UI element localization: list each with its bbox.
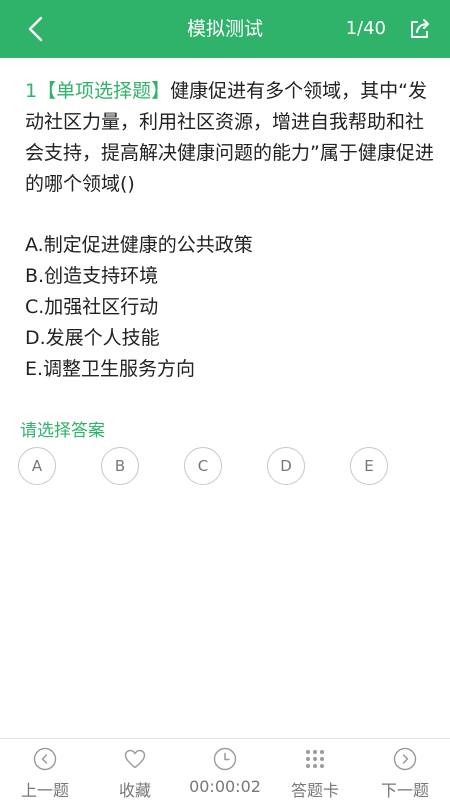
timer-value: 00:00:02: [189, 777, 261, 796]
favorite-label: 收藏: [118, 781, 151, 800]
answer-choice-a[interactable]: A: [18, 447, 56, 485]
timer: 00:00:02: [180, 739, 270, 800]
share-icon[interactable]: [408, 17, 432, 41]
answer-choice-b[interactable]: B: [101, 447, 139, 485]
question-type: 【单项选择题】: [37, 80, 171, 102]
question-number: 1: [25, 80, 38, 102]
favorite-button[interactable]: 收藏: [90, 739, 180, 800]
bottom-tab-bar: 上一题 收藏 00:00:02 答题卡 下一题: [0, 738, 450, 800]
next-question-label: 下一题: [380, 781, 429, 800]
option-c: C.加强社区行动: [25, 296, 159, 318]
grid-dots-icon: [306, 750, 324, 768]
question-progress: 1/40: [345, 18, 386, 39]
answer-choices: A B C D E: [18, 447, 438, 485]
header-bar: 模拟测试 1/40: [0, 0, 450, 58]
answer-choice-c[interactable]: C: [184, 447, 222, 485]
heart-icon: [124, 749, 146, 769]
answer-prompt: 请选择答案: [20, 421, 105, 441]
answer-card-button[interactable]: 答题卡: [270, 739, 360, 800]
circle-chevron-left-icon: [33, 747, 57, 771]
option-d: D.发展个人技能: [25, 327, 160, 349]
prev-question-label: 上一题: [20, 781, 69, 800]
prev-question-button[interactable]: 上一题: [0, 739, 90, 800]
option-a: A.制定促进健康的公共政策: [25, 234, 253, 256]
next-question-button[interactable]: 下一题: [360, 739, 450, 800]
option-b: B.创造支持环境: [25, 265, 159, 287]
clock-icon: [213, 747, 237, 771]
answer-card-label: 答题卡: [290, 781, 339, 800]
option-e: E.调整卫生服务方向: [25, 358, 196, 380]
question-stem: 1【单项选择题】健康促进有多个领域，其中“发动社区力量，利用社区资源，增进自我帮…: [25, 76, 435, 200]
circle-chevron-right-icon: [393, 747, 417, 771]
answer-choice-d[interactable]: D: [267, 447, 305, 485]
option-list: A.制定促进健康的公共政策 B.创造支持环境 C.加强社区行动 D.发展个人技能…: [25, 230, 435, 385]
answer-choice-e[interactable]: E: [350, 447, 388, 485]
